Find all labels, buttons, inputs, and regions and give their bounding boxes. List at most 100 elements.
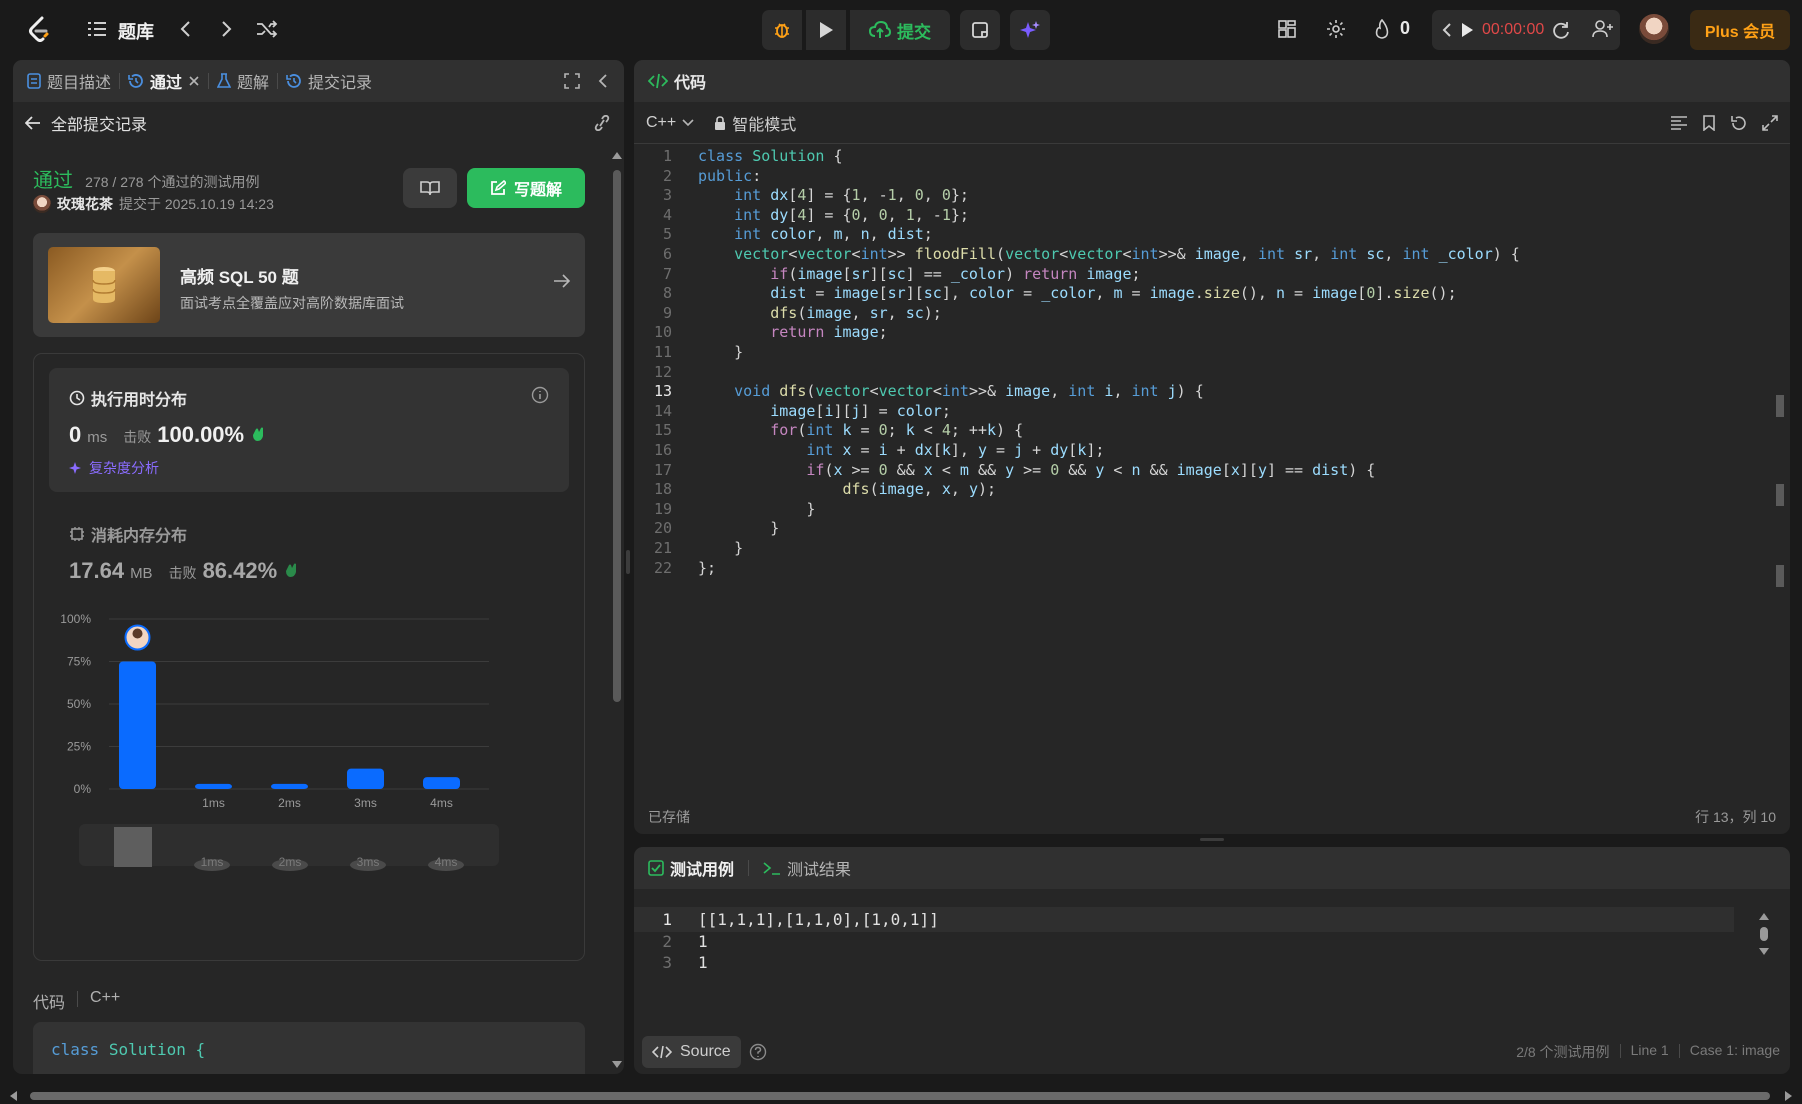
add-friend-icon[interactable] xyxy=(1588,14,1618,44)
submitter-avatar[interactable] xyxy=(33,195,51,213)
tab-test-results[interactable]: 测试结果 xyxy=(763,856,851,880)
testcase-scroll-thumb[interactable] xyxy=(1760,927,1768,941)
timer-play-icon[interactable] xyxy=(1460,22,1474,38)
problem-list-icon[interactable] xyxy=(82,14,112,44)
chart-bar[interactable] xyxy=(347,768,384,789)
close-tab-icon[interactable] xyxy=(188,75,200,87)
tab-submissions[interactable]: 提交记录 xyxy=(278,69,380,93)
test-tabs-bar: 测试用例 测试结果 xyxy=(634,847,1790,889)
scroll-right-icon[interactable] xyxy=(1784,1090,1794,1102)
memory-distribution[interactable]: 消耗内存分布 17.64 MB 击败 86.42% xyxy=(49,504,569,594)
submitter-name[interactable]: 玫瑰花茶 xyxy=(57,194,113,214)
tab-solutions[interactable]: 题解 xyxy=(209,69,277,93)
code-tab[interactable]: 代码 xyxy=(634,69,706,93)
plus-member-button[interactable]: Plus 会员 xyxy=(1690,10,1790,50)
back-row: 全部提交记录 xyxy=(13,102,624,144)
next-problem-icon[interactable] xyxy=(212,14,242,44)
clock-icon xyxy=(69,390,85,406)
testcase-line[interactable]: 31 xyxy=(634,950,1734,975)
reset-icon[interactable] xyxy=(1730,115,1748,131)
run-submit-group: 提交 xyxy=(762,10,1050,50)
chip-icon xyxy=(70,527,84,541)
page-horizontal-scrollbar[interactable] xyxy=(0,1088,1802,1104)
testcase-text: 1 xyxy=(698,953,708,972)
y-tick-label: 25% xyxy=(67,740,91,754)
code-editor[interactable]: 1 class Solution {2 public: 3 int dx[4] = {… xyxy=(634,145,1790,775)
tab-testcases[interactable]: 测试用例 xyxy=(648,856,734,880)
scroll-down-icon[interactable] xyxy=(611,1060,623,1070)
x-tick-label: 3ms xyxy=(354,796,377,810)
smart-mode-toggle[interactable]: 智能模式 xyxy=(714,111,796,135)
code-brackets-icon xyxy=(652,1045,672,1059)
code-section-label: 代码 C++ xyxy=(33,989,120,1013)
testcase-scrollbar[interactable] xyxy=(1758,911,1770,967)
prev-problem-icon[interactable] xyxy=(170,14,200,44)
ai-assistant-button[interactable] xyxy=(1010,10,1050,50)
code-line[interactable]: 22}; xyxy=(634,557,1764,580)
all-submissions-link[interactable]: 全部提交记录 xyxy=(51,111,147,135)
scroll-marker xyxy=(1776,565,1784,587)
range-label: 1ms xyxy=(201,855,224,869)
range-selected-window xyxy=(114,827,152,867)
tab-description[interactable]: 题目描述 xyxy=(13,69,119,93)
source-button[interactable]: Source xyxy=(642,1036,741,1068)
bookmark-icon[interactable] xyxy=(1702,114,1716,131)
sql50-promo-card[interactable]: 高频 SQL 50 题 面试考点全覆盖应对高阶数据库面试 xyxy=(33,233,585,337)
submission-detail: 通过 278 / 278 个通过的测试用例 玫瑰花茶 提交于 2025.10.1… xyxy=(13,144,609,1074)
chart-bar[interactable] xyxy=(195,783,232,789)
status-row: 通过 278 / 278 个通过的测试用例 xyxy=(33,164,259,193)
runtime-bar-chart[interactable]: 100% 75% 50% 25% 0% 1ms 2ms 3ms 4ms 1ms 2ms 3ms 4ms xyxy=(49,599,569,949)
tab-accepted[interactable]: 通过 xyxy=(120,69,208,93)
run-button[interactable] xyxy=(806,10,846,50)
language-select[interactable]: C++ xyxy=(646,114,694,132)
scroll-left-icon[interactable] xyxy=(8,1090,18,1102)
chart-bar[interactable] xyxy=(119,661,156,790)
left-scrollbar[interactable] xyxy=(611,150,623,1070)
range-label: 4ms xyxy=(435,855,458,869)
settings-gear-icon[interactable] xyxy=(1321,14,1351,44)
scroll-up-icon[interactable] xyxy=(611,150,623,160)
code-language: C++ xyxy=(90,989,121,1006)
code-preview[interactable]: class Solution { xyxy=(33,1022,585,1074)
streak-fire-icon[interactable] xyxy=(1367,14,1397,44)
back-arrow-icon[interactable] xyxy=(25,116,41,130)
leetcode-logo-icon[interactable] xyxy=(24,14,54,44)
help-icon[interactable] xyxy=(749,1043,767,1061)
maximize-icon[interactable] xyxy=(564,73,580,89)
timer-reset-icon[interactable] xyxy=(1552,21,1570,39)
chart-bar[interactable] xyxy=(423,777,460,789)
submit-button[interactable]: 提交 xyxy=(850,10,950,50)
write-solution-button[interactable]: 写题解 xyxy=(467,168,585,208)
memory-metric: 17.64 MB 击败 86.42% xyxy=(69,558,299,584)
complexity-analysis-link[interactable]: 复杂度分析 xyxy=(69,458,159,478)
note-button[interactable] xyxy=(960,10,1000,50)
chevron-left-icon[interactable] xyxy=(1442,22,1452,38)
runtime-distribution[interactable]: 执行用时分布 0 ms 击败 100.00% 复杂度分析 xyxy=(49,368,569,492)
fullscreen-icon[interactable] xyxy=(1762,114,1778,131)
editor-scrollbar[interactable] xyxy=(1774,145,1786,785)
chart-bar[interactable] xyxy=(271,783,308,789)
info-icon[interactable] xyxy=(531,386,549,404)
collapse-left-icon[interactable] xyxy=(598,73,608,89)
divider xyxy=(1678,1044,1680,1058)
memory-value: 17.64 xyxy=(69,558,125,583)
code-panel-header: 代码 xyxy=(634,60,1790,102)
lock-icon xyxy=(715,115,726,130)
shuffle-icon[interactable] xyxy=(252,14,282,44)
sparkle-icon xyxy=(69,462,81,474)
notebook-button[interactable] xyxy=(403,168,457,208)
panel-resize-handle[interactable] xyxy=(626,550,630,574)
panel-resize-handle[interactable] xyxy=(1200,838,1224,841)
left-scroll-thumb[interactable] xyxy=(613,170,621,702)
scroll-up-icon[interactable] xyxy=(1758,911,1770,921)
link-icon[interactable] xyxy=(592,115,612,131)
testcase-editor[interactable]: 1 [[1,1,1],[1,1,0],[1,0,1]] 2 1 3 1 xyxy=(634,907,1790,987)
problem-bank-title[interactable]: 题库 xyxy=(118,18,154,44)
debug-button[interactable] xyxy=(762,10,802,50)
layout-icon[interactable] xyxy=(1272,14,1302,44)
horizontal-scroll-thumb[interactable] xyxy=(30,1092,1770,1100)
format-icon[interactable] xyxy=(1670,115,1688,131)
scroll-down-icon[interactable] xyxy=(1758,947,1770,957)
user-avatar[interactable] xyxy=(1639,14,1669,44)
testcase-count: 278 / 278 个通过的测试用例 xyxy=(85,174,260,190)
